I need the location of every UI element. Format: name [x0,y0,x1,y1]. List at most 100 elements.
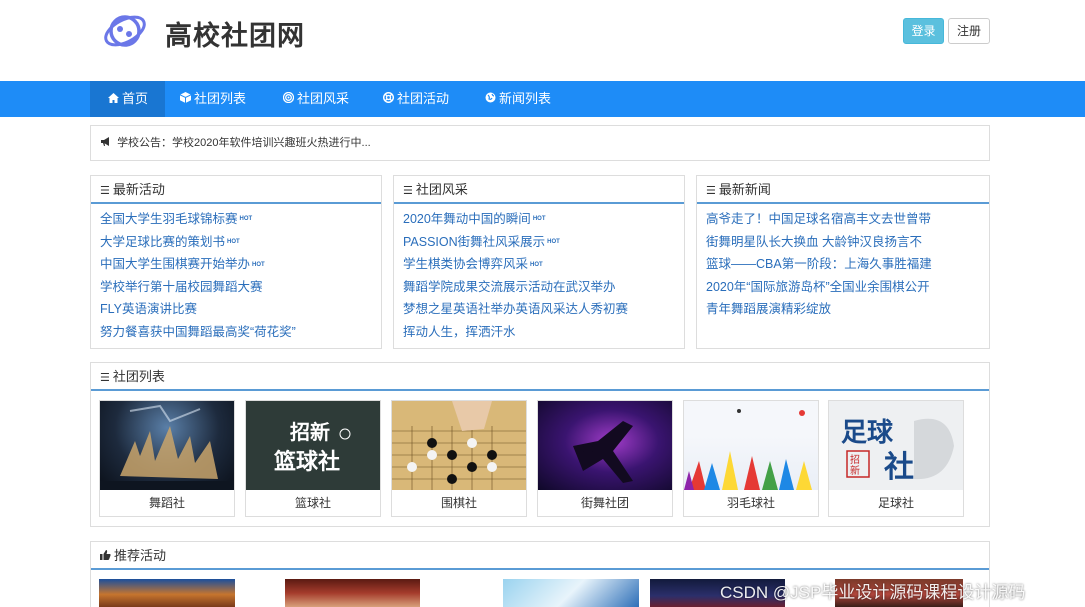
list-icon: ☰ [706,185,716,197]
hot-badge: HOT [532,216,546,223]
list-icon: ☰ [403,185,413,197]
club-card-streetdance[interactable]: 街舞社团 [537,400,673,517]
list-item-link[interactable]: 努力餐喜获中国舞蹈最高奖“荷花奖” [100,321,381,344]
panel-header: 推荐活动 [91,542,989,570]
club-image-text: 招新 [290,420,330,444]
nav-club-activities-label: 社团活动 [397,91,450,106]
recommended-activity-image[interactable] [99,579,235,607]
club-card-go[interactable]: 围棋社 [391,400,527,517]
club-style-panel: ☰ 社团风采 2020年舞动中国的瞬间 HOT PASSION街舞社风采展示 HOT 学生… [393,175,685,349]
list-item-text: 挥动人生，挥洒汗水 [403,324,516,339]
hot-badge: HOT [239,216,253,223]
recommended-activity-image[interactable] [285,579,420,607]
list-item-text: PASSION街舞社风采展示 [403,234,546,249]
club-image: 招新 篮球社 [246,401,380,490]
club-image: 足球 社 招 新 [829,401,963,490]
list-item-link[interactable]: 梦想之星英语社举办英语风采达人秀初赛 [403,298,684,321]
main-navbar: 首页 社团列表 社团风采 社团活动 新闻列表 [0,81,1085,117]
club-name: 街舞社团 [580,496,629,510]
logo-icon [104,15,146,47]
nav-club-activities[interactable]: 社团活动 [365,81,466,117]
panel-header: ☰ 最新新闻 [697,176,989,204]
list-item-link[interactable]: 高爷走了！中国足球名宿高丰文去世曾带 [706,208,989,231]
list-item-link[interactable]: 学校举行第十届校园舞蹈大赛 [100,276,381,299]
panel-title: 推荐活动 [114,548,167,563]
nav-news-list[interactable]: 新闻列表 [467,81,568,117]
club-card-dance[interactable]: 舞蹈社 [99,400,235,517]
club-image-text: 足球 [841,418,894,448]
list-item-link[interactable]: 街舞明星队长大换血 大龄钟汉良扬言不 [706,231,989,254]
nav-club-style-label: 社团风采 [297,91,350,106]
recommended-activity-image[interactable] [503,579,639,607]
list-item-text: 全国大学生羽毛球锦标赛 [100,212,238,226]
panel-title: 社团风采 [415,182,468,197]
list-item-link[interactable]: 中国大学生围棋赛开始举办 HOT [100,253,381,276]
nav-news-list-label: 新闻列表 [499,91,552,106]
panel-title: 最新新闻 [718,182,771,197]
nav-home[interactable]: 首页 [90,81,166,118]
list-item-text: 2020年“国际旅游岛杯”全国业余围棋公开 [706,279,930,294]
school-notice: 学校公告：学校2020年软件培训兴趣班火热进行中... [90,125,990,161]
list-item-link[interactable]: 挥动人生，挥洒汗水 [403,321,684,344]
list-item-link[interactable]: 2020年舞动中国的瞬间 HOT [403,208,684,231]
nav-club-list[interactable]: 社团列表 [162,81,263,117]
list-item-text: 大学足球比赛的策划书 [100,234,226,249]
list-item-link[interactable]: FLY英语演讲比赛 [100,298,381,321]
list-item-text: 努力餐喜获中国舞蹈最高奖“荷花奖” [100,324,296,339]
club-image [538,401,672,490]
club-image [392,401,526,490]
list-item-text: 中国大学生围棋赛开始举办 [100,257,251,272]
club-card-badminton[interactable]: 羽毛球社 [683,400,819,517]
list-item-link[interactable]: 2020年“国际旅游岛杯”全国业余围棋公开 [706,276,989,299]
list-icon: ☰ [100,372,110,384]
club-image-text: 社 [884,450,914,485]
watermark: CSDN @JSP毕业设计源码课程设计源码 [720,583,1026,602]
list-item-link[interactable]: 篮球——CBA第一阶段：上海久事胜福建 [706,253,989,276]
list-item-text: 篮球——CBA第一阶段：上海久事胜福建 [706,257,932,272]
nav-club-style[interactable]: 社团风采 [265,81,366,117]
panel-title: 社团列表 [112,369,165,384]
hot-badge: HOT [227,239,240,245]
club-image [100,401,234,490]
club-card-football[interactable]: 足球 社 招 新 足球社 [828,400,964,517]
list-item-link[interactable]: 舞蹈学院成果交流展示活动在武汉举办 [403,276,684,299]
notice-text[interactable]: 学校公告：学校2020年软件培训兴趣班火热进行中... [117,137,371,149]
club-card-basketball[interactable]: 招新 篮球社 篮球社 [245,400,381,517]
panel-header: ☰ 社团风采 [394,176,684,204]
club-name: 篮球社 [294,496,331,510]
activity-list: 全国大学生羽毛球锦标赛 HOT 大学足球比赛的策划书 HOT 中国大学生围棋赛开始举办 H… [91,204,381,344]
list-item-text: 梦想之星英语社举办英语风采达人秀初赛 [403,302,629,317]
home-icon [108,82,119,118]
login-button[interactable]: 登录 [903,18,944,44]
nav-home-label: 首页 [122,91,149,106]
news-list: 高爷走了！中国足球名宿高丰文去世曾带街舞明星队长大换血 大龄钟汉良扬言不 篮球——… [697,204,989,321]
list-item-text: 青年舞蹈展演精彩绽放 [706,302,832,317]
list-item-link[interactable]: 大学足球比赛的策划书 HOT [100,231,381,254]
header: 高校社团网 登录 注册 [0,0,1085,81]
hot-badge: HOT [547,239,560,245]
register-button[interactable]: 注册 [948,18,990,44]
list-item-link[interactable]: 全国大学生羽毛球锦标赛 HOT [100,208,381,231]
list-item-link[interactable]: 青年舞蹈展演精彩绽放 [706,298,989,321]
thumbs-up-icon [100,544,111,571]
cube-icon [179,82,192,118]
nav-club-list-label: 社团列表 [194,91,247,106]
club-image [684,401,818,490]
list-item-text: 学校举行第十届校园舞蹈大赛 [100,279,263,294]
club-name: 围棋社 [440,496,477,510]
club-image-text: 篮球社 [273,449,340,475]
club-image-text: 新 [850,464,860,477]
list-item-link[interactable]: PASSION街舞社风采展示 HOT [403,231,684,254]
club-name: 足球社 [877,496,914,510]
list-item-text: 街舞明星队长大换血 大龄钟汉良扬言不 [706,234,922,249]
globe-icon [485,82,496,118]
panel-title: 最新活动 [112,182,165,197]
club-name: 舞蹈社 [148,496,185,510]
hot-badge: HOT [530,261,543,268]
list-icon: ☰ [100,185,110,197]
club-name: 羽毛球社 [726,496,775,510]
hot-badge: HOT [252,261,265,268]
list-item-text: 舞蹈学院成果交流展示活动在武汉举办 [403,279,616,294]
list-item-link[interactable]: 学生棋类协会博弈风采 HOT [403,253,684,276]
target-icon [282,82,295,118]
